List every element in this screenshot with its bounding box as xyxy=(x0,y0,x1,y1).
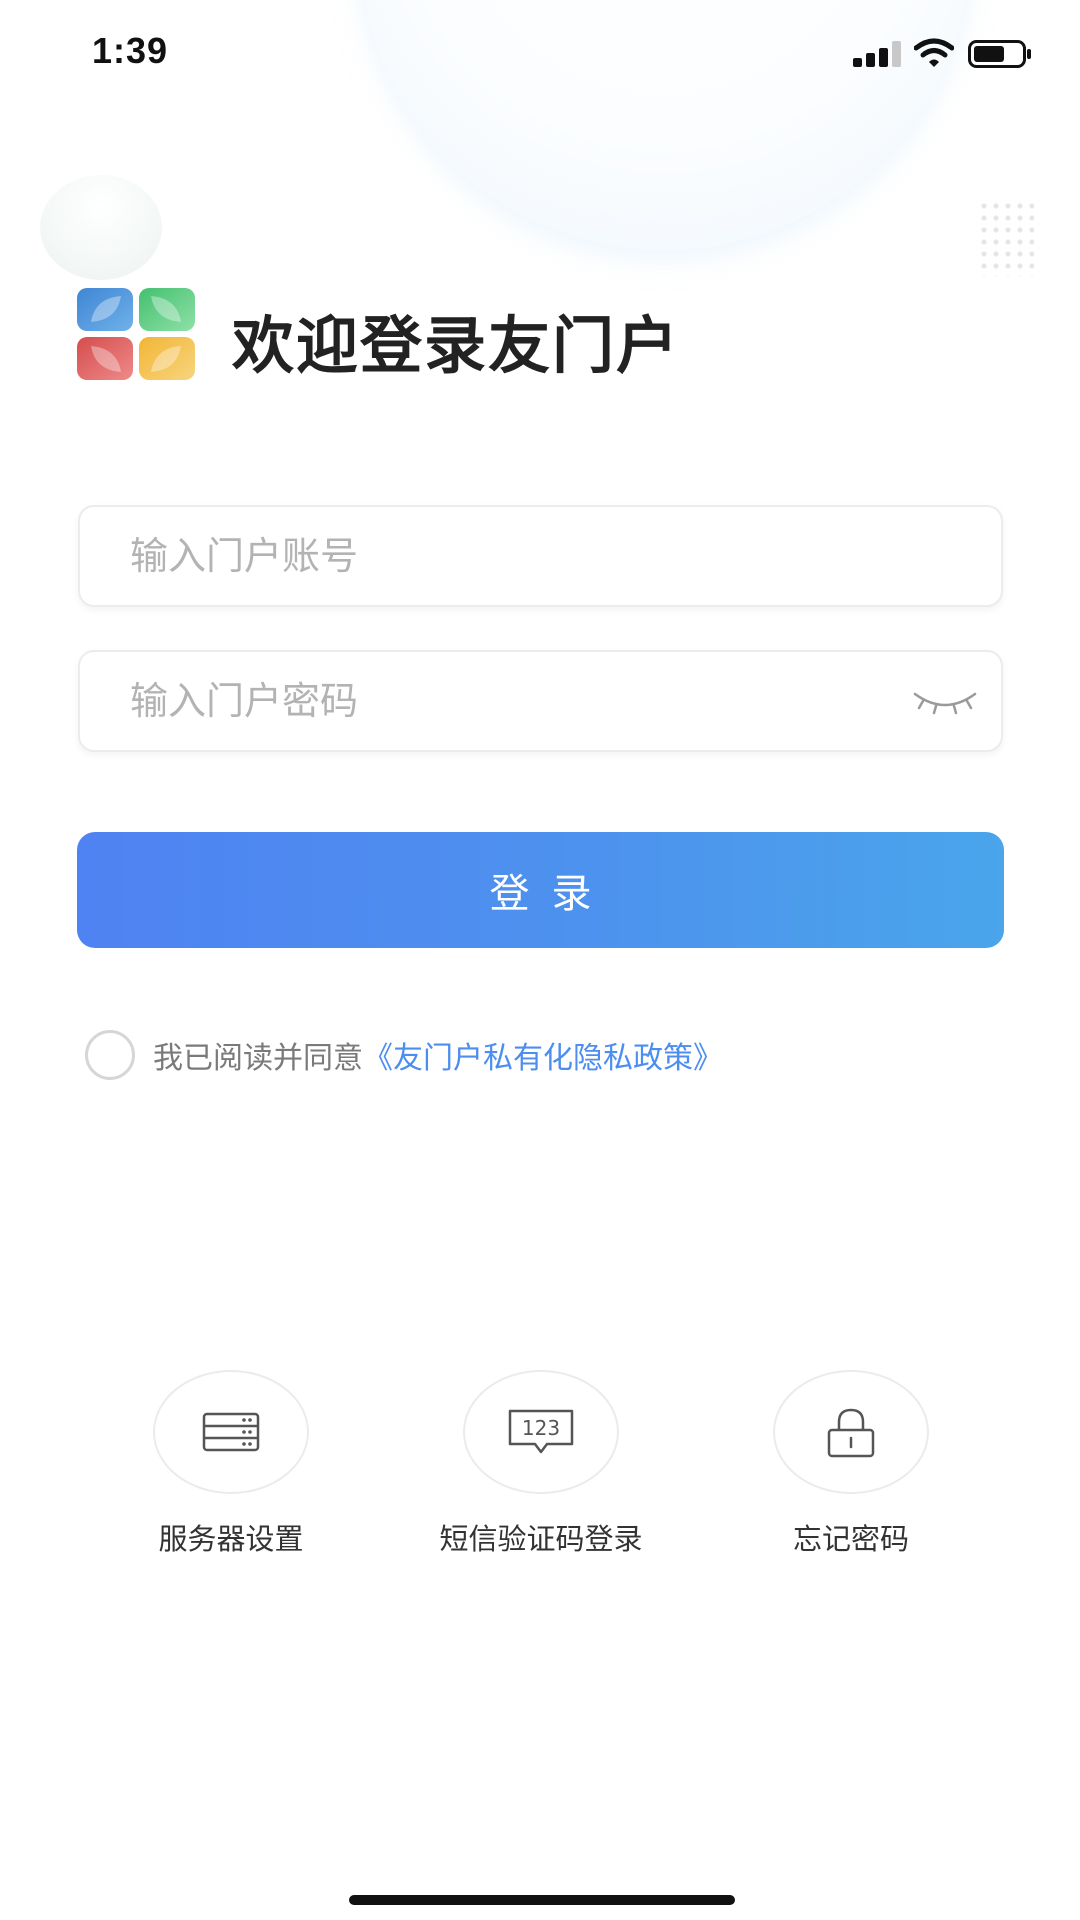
privacy-policy-link[interactable]: 《友门户私有化隐私政策》 xyxy=(363,1033,723,1077)
sms-login-button[interactable]: 123 xyxy=(463,1370,619,1494)
lock-icon xyxy=(827,1408,875,1458)
password-field[interactable] xyxy=(78,650,1003,752)
background-decoration-bubble xyxy=(40,175,162,280)
agreement-checkbox[interactable] xyxy=(85,1030,135,1080)
forgot-password-option[interactable]: 忘记密码 xyxy=(741,1370,961,1558)
account-input[interactable] xyxy=(80,507,1001,605)
cellular-signal-icon xyxy=(853,41,903,67)
eye-closed-icon[interactable] xyxy=(911,684,979,718)
login-button[interactable]: 登录 xyxy=(77,832,1004,948)
home-indicator[interactable] xyxy=(349,1895,735,1905)
server-settings-option[interactable]: 服务器设置 xyxy=(121,1370,341,1558)
server-settings-button[interactable] xyxy=(153,1370,309,1494)
agreement-row: 我已阅读并同意 《友门户私有化隐私政策》 xyxy=(85,1030,723,1080)
page-title: 欢迎登录友门户 xyxy=(232,309,681,382)
forgot-password-button[interactable] xyxy=(773,1370,929,1494)
status-time: 1:39 xyxy=(92,30,169,71)
server-settings-label: 服务器设置 xyxy=(158,1522,304,1556)
svg-text:123: 123 xyxy=(522,1416,560,1440)
agreement-text: 我已阅读并同意 xyxy=(153,1041,363,1076)
app-logo-icon xyxy=(77,288,195,380)
forgot-password-label: 忘记密码 xyxy=(792,1522,909,1556)
battery-icon xyxy=(968,40,1031,68)
password-input[interactable] xyxy=(80,652,1001,750)
sms-code-icon: 123 xyxy=(508,1409,574,1454)
account-field[interactable] xyxy=(78,505,1003,607)
status-bar: 1:39 xyxy=(0,0,1080,100)
wifi-icon xyxy=(914,38,954,67)
sms-login-option[interactable]: 123 短信验证码登录 xyxy=(431,1370,651,1558)
background-dot-pattern xyxy=(978,200,1034,276)
sms-login-label: 短信验证码登录 xyxy=(439,1522,643,1556)
server-icon xyxy=(202,1412,260,1452)
